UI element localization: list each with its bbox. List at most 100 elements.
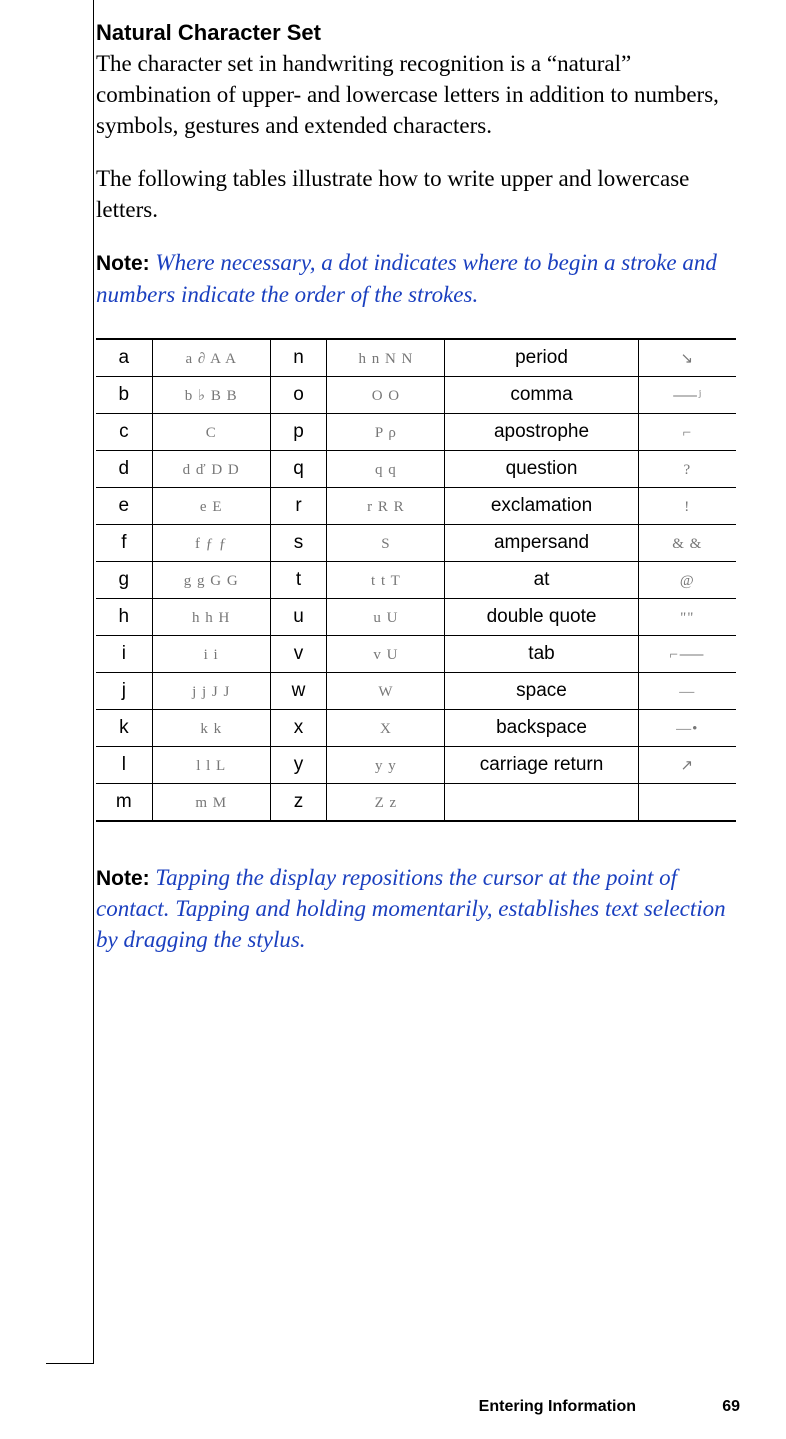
stroke-glyph-cell: h h H xyxy=(152,598,270,635)
table-row: dd ď D Dqq qquestion? xyxy=(96,450,736,487)
note-label: Note: xyxy=(96,867,150,890)
letter-cell: m xyxy=(96,783,152,821)
letter-cell: c xyxy=(96,413,152,450)
table-row: kk kxXbackspace—• xyxy=(96,709,736,746)
table-row: cCpP ρapostrophe⌐ xyxy=(96,413,736,450)
punctuation-glyph-cell: & & xyxy=(638,524,736,561)
note-1: Note: Where necessary, a dot indicates w… xyxy=(96,247,746,309)
stroke-glyph-cell: k k xyxy=(152,709,270,746)
letter-cell: p xyxy=(270,413,327,450)
note-1-body: Where necessary, a dot indicates where t… xyxy=(96,250,717,306)
stroke-glyph-cell: t t T xyxy=(327,561,445,598)
table-row: bb ♭ B BoO Ocomma⸺ʲ xyxy=(96,376,736,413)
letter-cell: y xyxy=(270,746,327,783)
punctuation-label-cell: backspace xyxy=(445,709,638,746)
stroke-glyph-cell: m M xyxy=(152,783,270,821)
punctuation-glyph-cell xyxy=(638,783,736,821)
punctuation-glyph-cell: ↘ xyxy=(638,339,736,377)
letter-cell: v xyxy=(270,635,327,672)
punctuation-label-cell: apostrophe xyxy=(445,413,638,450)
punctuation-label-cell xyxy=(445,783,638,821)
letter-cell: j xyxy=(96,672,152,709)
letter-cell: i xyxy=(96,635,152,672)
punctuation-label-cell: comma xyxy=(445,376,638,413)
punctuation-label-cell: tab xyxy=(445,635,638,672)
stroke-glyph-cell: j j J J xyxy=(152,672,270,709)
letter-cell: l xyxy=(96,746,152,783)
letter-cell: w xyxy=(270,672,327,709)
intro-paragraph-1: The character set in handwriting recogni… xyxy=(96,48,746,141)
stroke-glyph-cell: h n N N xyxy=(327,339,445,377)
stroke-glyph-cell: Z z xyxy=(327,783,445,821)
stroke-glyph-cell: X xyxy=(327,709,445,746)
letter-cell: r xyxy=(270,487,327,524)
letter-cell: s xyxy=(270,524,327,561)
letter-cell: o xyxy=(270,376,327,413)
table-row: ff ƒ ƒsSampersand& & xyxy=(96,524,736,561)
punctuation-glyph-cell: ! xyxy=(638,487,736,524)
stroke-glyph-cell: a ∂ A A xyxy=(152,339,270,377)
stroke-glyph-cell: i i xyxy=(152,635,270,672)
stroke-glyph-cell: C xyxy=(152,413,270,450)
page: Natural Character Set The character set … xyxy=(0,0,786,1439)
stroke-glyph-cell: q q xyxy=(327,450,445,487)
stroke-glyph-cell: r R R xyxy=(327,487,445,524)
letter-cell: z xyxy=(270,783,327,821)
footer-chapter-title: Entering Information xyxy=(479,1398,636,1416)
stroke-glyph-cell: g g G G xyxy=(152,561,270,598)
letter-cell: n xyxy=(270,339,327,377)
stroke-glyph-cell: y y xyxy=(327,746,445,783)
letter-cell: b xyxy=(96,376,152,413)
punctuation-label-cell: question xyxy=(445,450,638,487)
character-stroke-table: aa ∂ A Anh n N Nperiod↘bb ♭ B BoO Ocomma… xyxy=(96,338,736,822)
punctuation-glyph-cell: "" xyxy=(638,598,736,635)
letter-cell: x xyxy=(270,709,327,746)
table-row: ll l Lyy ycarriage return↗ xyxy=(96,746,736,783)
letter-cell: d xyxy=(96,450,152,487)
table-row: jj j J JwWspace— xyxy=(96,672,736,709)
punctuation-label-cell: at xyxy=(445,561,638,598)
stroke-glyph-cell: d ď D D xyxy=(152,450,270,487)
punctuation-glyph-cell: ↗ xyxy=(638,746,736,783)
letter-cell: t xyxy=(270,561,327,598)
content-area: Natural Character Set The character set … xyxy=(96,20,746,983)
stroke-glyph-cell: v U xyxy=(327,635,445,672)
punctuation-glyph-cell: ⸺ʲ xyxy=(638,376,736,413)
punctuation-label-cell: period xyxy=(445,339,638,377)
margin-rule xyxy=(46,0,94,1364)
punctuation-glyph-cell: —• xyxy=(638,709,736,746)
stroke-glyph-cell: e E xyxy=(152,487,270,524)
note-label: Note: xyxy=(96,252,150,275)
punctuation-label-cell: ampersand xyxy=(445,524,638,561)
table-row: mm MzZ z xyxy=(96,783,736,821)
punctuation-glyph-cell: — xyxy=(638,672,736,709)
stroke-glyph-cell: W xyxy=(327,672,445,709)
letter-cell: h xyxy=(96,598,152,635)
stroke-glyph-cell: f ƒ ƒ xyxy=(152,524,270,561)
letter-cell: k xyxy=(96,709,152,746)
table-row: gg g G Gtt t Tat@ xyxy=(96,561,736,598)
letter-cell: u xyxy=(270,598,327,635)
stroke-glyph-cell: S xyxy=(327,524,445,561)
stroke-glyph-cell: b ♭ B B xyxy=(152,376,270,413)
punctuation-label-cell: space xyxy=(445,672,638,709)
stroke-glyph-cell: l l L xyxy=(152,746,270,783)
punctuation-label-cell: double quote xyxy=(445,598,638,635)
letter-cell: e xyxy=(96,487,152,524)
punctuation-label-cell: carriage return xyxy=(445,746,638,783)
stroke-glyph-cell: u U xyxy=(327,598,445,635)
punctuation-glyph-cell: ⌐ xyxy=(638,413,736,450)
table-row: aa ∂ A Anh n N Nperiod↘ xyxy=(96,339,736,377)
note-2: Note: Tapping the display repositions th… xyxy=(96,862,746,955)
table-row: ee Err R Rexclamation! xyxy=(96,487,736,524)
footer-page-number: 69 xyxy=(722,1398,740,1416)
stroke-glyph-cell: O O xyxy=(327,376,445,413)
letter-cell: g xyxy=(96,561,152,598)
punctuation-glyph-cell: ⌐⸺ xyxy=(638,635,736,672)
section-heading: Natural Character Set xyxy=(96,20,746,46)
note-2-body: Tapping the display repositions the curs… xyxy=(96,865,726,952)
letter-cell: f xyxy=(96,524,152,561)
table-row: hh h Huu Udouble quote"" xyxy=(96,598,736,635)
punctuation-glyph-cell: @ xyxy=(638,561,736,598)
intro-paragraph-2: The following tables illustrate how to w… xyxy=(96,163,746,225)
